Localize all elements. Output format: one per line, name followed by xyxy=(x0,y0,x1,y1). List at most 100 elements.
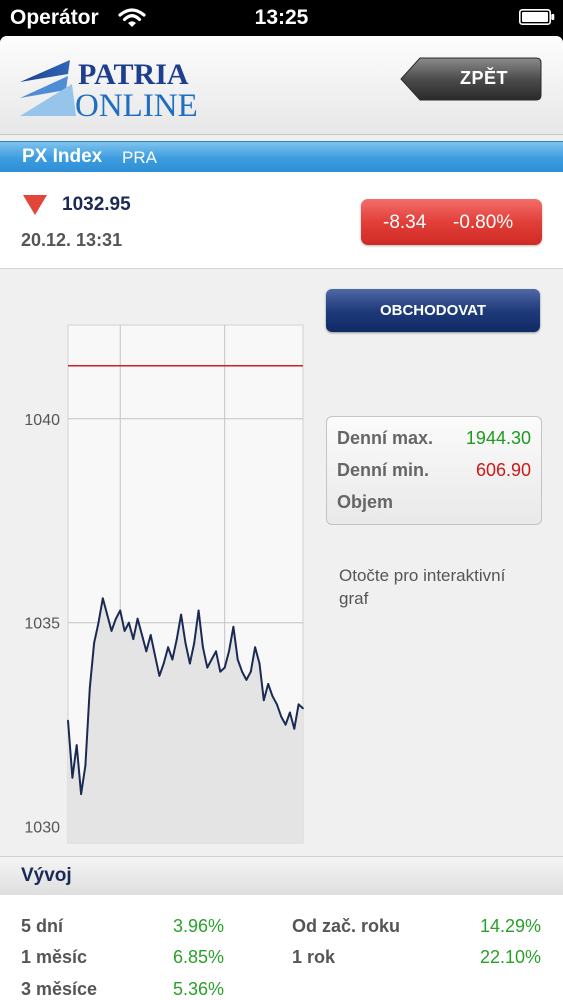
price-point xyxy=(71,776,74,779)
price-point xyxy=(193,642,196,645)
price-point xyxy=(75,744,78,747)
price-point xyxy=(241,670,243,673)
price-point xyxy=(245,678,248,681)
stat-row-max: Denní max. 1944.30 xyxy=(337,428,531,452)
logo-line-1: PATRIA xyxy=(78,58,189,91)
price-point xyxy=(297,703,300,706)
price-point xyxy=(132,638,135,640)
price-point xyxy=(232,625,235,628)
y-tick-label: 1030 xyxy=(24,820,60,837)
performance-label: Od zač. roku xyxy=(292,916,401,936)
performance-header: Vývoj xyxy=(0,856,563,896)
rotate-hint: Otočte pro interaktivní graf xyxy=(339,566,506,608)
performance-label: 1 rok xyxy=(292,947,336,967)
price-point xyxy=(88,687,91,689)
price-point xyxy=(249,670,252,673)
price-point xyxy=(123,630,126,632)
quote-panel: 1032.95 20.12. 13:31 -8.34 -0.80% xyxy=(0,172,563,269)
y-tick-label: 1040 xyxy=(24,412,60,429)
instrument-title-bar: PX Index PRA xyxy=(0,141,563,173)
price-point xyxy=(136,617,139,620)
stat-value: 1944.30 xyxy=(465,428,531,448)
stat-row-min: Denní min. 606.90 xyxy=(337,460,531,484)
price-point xyxy=(119,609,122,612)
intraday-chart: 10301035104010:0012:00 xyxy=(24,324,304,844)
price-point xyxy=(145,650,148,653)
price-point xyxy=(149,634,152,636)
price-point xyxy=(215,650,217,653)
price-point xyxy=(236,658,239,661)
price-point xyxy=(175,638,178,640)
price-point xyxy=(223,666,226,669)
performance-title: Vývoj xyxy=(21,865,72,886)
price-point xyxy=(101,597,104,600)
price-point xyxy=(158,674,161,677)
price-point xyxy=(280,715,283,718)
price-point xyxy=(302,707,304,710)
logo-line-2: ONLINE xyxy=(75,88,198,120)
stat-value: 606.90 xyxy=(475,460,531,480)
price-point xyxy=(128,621,130,624)
price-point xyxy=(275,703,278,706)
performance-value: 3.96% xyxy=(172,916,224,936)
app-screen: PATRIA ONLINE ZPĚT PX Index PRA 1032.95 … xyxy=(0,36,563,1000)
price-point xyxy=(106,613,109,616)
price-point xyxy=(289,711,291,714)
daily-stats-box: Denní max. 1944.30 Denní min. 606.90 Obj… xyxy=(326,416,542,525)
app-header: PATRIA ONLINE ZPĚT xyxy=(0,36,563,135)
performance-value: 14.29% xyxy=(479,916,541,936)
performance-label: 3 měsíce xyxy=(21,979,98,999)
y-tick-label: 1035 xyxy=(24,616,60,633)
price-point xyxy=(80,793,82,795)
back-button[interactable]: ZPĚT xyxy=(400,56,542,102)
price-point xyxy=(258,662,261,665)
performance-value: 5.36% xyxy=(172,979,224,999)
status-bar: Operátor 13:25 xyxy=(0,0,563,36)
price-point xyxy=(97,621,100,624)
price-point xyxy=(141,634,143,636)
price-point xyxy=(154,654,156,657)
price-point xyxy=(262,699,265,702)
price-down-icon xyxy=(23,195,47,215)
patria-online-logo: PATRIA ONLINE xyxy=(20,58,198,120)
price-point xyxy=(184,642,187,645)
price-point xyxy=(93,642,96,645)
exchange-code: PRA xyxy=(122,148,157,167)
performance-label: 1 měsíc xyxy=(21,947,88,967)
price-point xyxy=(293,727,296,730)
stat-label: Denní max. xyxy=(337,428,434,448)
price-point xyxy=(180,613,183,616)
change-percent: -0.80% xyxy=(453,212,514,233)
price-point xyxy=(114,617,117,620)
price-point xyxy=(67,719,69,722)
price-point xyxy=(167,646,169,649)
price-point xyxy=(202,646,204,649)
trade-button[interactable]: OBCHODOVAT xyxy=(326,289,540,332)
price-point xyxy=(84,764,87,767)
price-point xyxy=(267,683,270,685)
price-point xyxy=(171,658,174,661)
price-point xyxy=(254,646,257,649)
price-point xyxy=(197,609,200,612)
battery-icon xyxy=(519,9,555,25)
stat-label: Objem xyxy=(337,492,394,512)
performance-label: 5 dní xyxy=(21,916,64,936)
last-price: 1032.95 xyxy=(62,194,131,215)
change-badge: -8.34 -0.80% xyxy=(361,199,542,245)
price-point xyxy=(206,666,209,669)
price-point xyxy=(210,658,213,661)
price-point xyxy=(228,650,230,653)
price-point xyxy=(188,662,191,665)
performance-table: 5 dní 3.96% 1 měsíc 6.85% 3 měsíce 5.36%… xyxy=(0,895,563,1000)
clock: 13:25 xyxy=(254,6,309,29)
stat-label: Denní min. xyxy=(337,460,430,480)
performance-value: 6.85% xyxy=(172,947,224,967)
price-point xyxy=(271,695,274,698)
price-point xyxy=(110,630,113,632)
change-absolute: -8.34 xyxy=(383,212,427,233)
price-point xyxy=(162,662,165,665)
stat-row-volume: Objem xyxy=(337,492,531,516)
instrument-name: PX Index xyxy=(22,146,103,167)
price-point xyxy=(219,670,222,673)
price-point xyxy=(284,723,287,726)
